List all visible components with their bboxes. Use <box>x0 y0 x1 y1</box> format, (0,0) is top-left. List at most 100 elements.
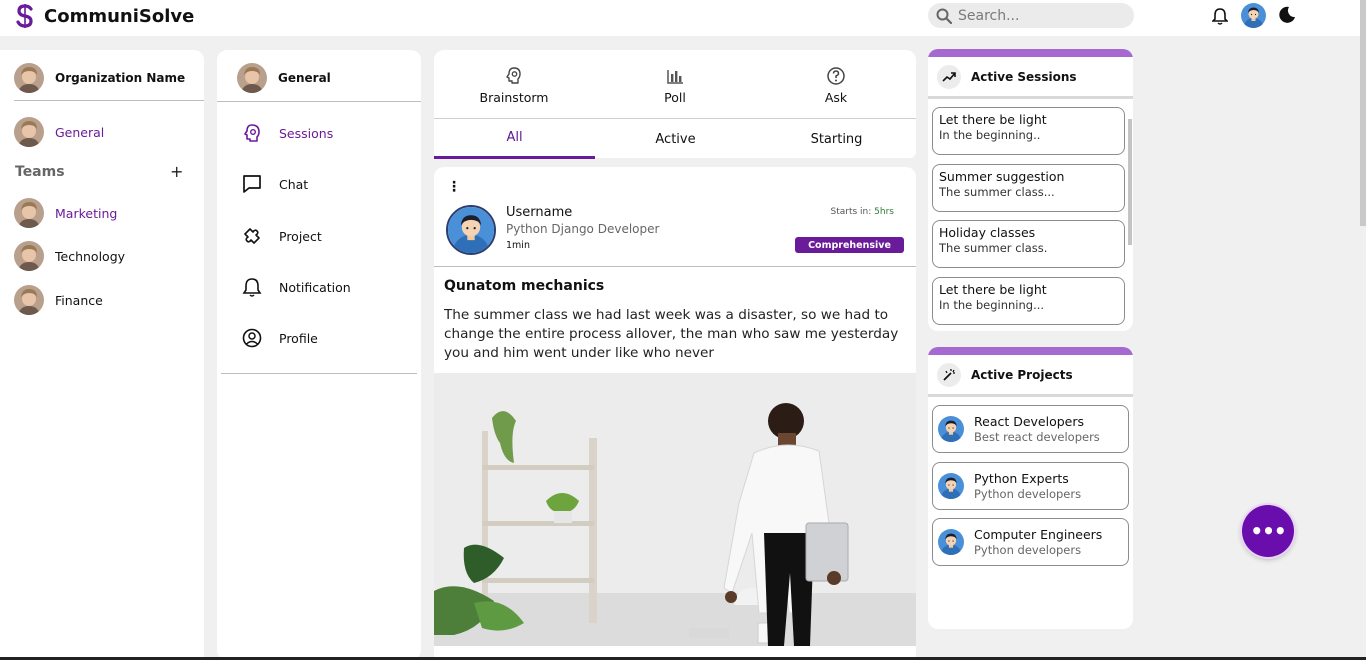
session-title: Summer suggestion <box>939 169 1065 184</box>
team-label: Marketing <box>55 205 118 221</box>
poll-button[interactable]: Poll <box>595 66 755 105</box>
nav-item-profile[interactable]: Profile <box>241 327 318 349</box>
wand-icon <box>937 362 961 387</box>
session-title: Let there be light <box>939 112 1047 127</box>
post-card: ⋮ Username Python Django Developer 1min … <box>434 167 916 657</box>
chat-icon <box>243 175 261 193</box>
organization-header[interactable]: Organization Name <box>14 63 185 93</box>
session-subtitle: In the beginning... <box>939 298 1045 312</box>
org-item-general[interactable]: General <box>14 117 104 147</box>
author-avatar[interactable] <box>446 205 496 255</box>
bulb-icon <box>506 67 521 84</box>
trending-up-icon <box>937 64 961 89</box>
session-item[interactable]: Let there be light In the beginning... <box>932 277 1125 325</box>
status-badge: Comprehensive <box>795 237 904 253</box>
session-title: Let there be light <box>939 282 1047 297</box>
page-scrollbar[interactable] <box>1360 0 1366 226</box>
ask-label: Ask <box>824 90 848 105</box>
post-menu-button[interactable]: ⋮ <box>447 179 461 195</box>
search-icon <box>936 8 952 24</box>
channel-name: General <box>278 71 331 85</box>
divider <box>217 101 421 102</box>
session-title: Holiday classes <box>939 225 1036 240</box>
app-logo[interactable]: CommuniSolve <box>14 4 194 28</box>
session-item[interactable]: Summer suggestion The summer class... <box>932 164 1125 212</box>
session-item[interactable]: Holiday classes The summer class. <box>932 220 1125 268</box>
ask-button[interactable]: Ask <box>756 66 916 105</box>
project-avatar <box>938 416 964 442</box>
avatar <box>14 285 44 315</box>
card-accent-strip <box>928 49 1133 57</box>
team-label: Finance <box>55 292 103 308</box>
divider <box>434 266 916 267</box>
team-label: Technology <box>55 248 126 264</box>
active-projects-card: Active Projects React Developers Best re… <box>928 347 1133 629</box>
project-title: Python Experts <box>974 471 1069 486</box>
session-subtitle: In the beginning.. <box>939 128 1041 142</box>
session-subtitle: The summer class... <box>939 185 1055 199</box>
active-sessions-header: Active Sessions <box>928 57 1133 99</box>
poll-label: Poll <box>664 90 686 105</box>
channel-panel: General Sessions Chat Project Notificati… <box>217 50 421 660</box>
project-avatar <box>938 529 964 555</box>
post-time: 1min <box>506 240 530 251</box>
nav-item-sessions[interactable]: Sessions <box>241 122 333 144</box>
divider <box>14 100 204 101</box>
active-sessions-title: Active Sessions <box>971 69 1077 84</box>
team-item-marketing[interactable]: Marketing <box>14 198 117 228</box>
team-item-technology[interactable]: Technology <box>14 241 125 271</box>
app-name: CommuniSolve <box>44 5 195 27</box>
nav-item-chat[interactable]: Chat <box>241 173 308 195</box>
org-item-label: General <box>55 124 105 140</box>
author-username[interactable]: Username <box>506 205 572 220</box>
project-subtitle: Best react developers <box>974 430 1100 444</box>
session-subtitle: The summer class. <box>939 241 1048 255</box>
nav-item-notification[interactable]: Notification <box>241 276 351 298</box>
brain-icon <box>244 124 260 142</box>
puzzle-icon <box>244 228 260 244</box>
author-role: Python Django Developer <box>506 222 660 236</box>
project-subtitle: Python developers <box>974 543 1082 557</box>
organization-name: Organization Name <box>55 71 186 85</box>
question-icon <box>827 67 845 85</box>
add-team-button[interactable]: + <box>170 162 183 181</box>
nav-label: Sessions <box>279 125 334 141</box>
post-title: Qunatom mechanics <box>444 278 605 294</box>
bell-icon[interactable] <box>1212 7 1228 25</box>
starts-in: Starts in: 5hrs <box>831 207 894 217</box>
project-item[interactable]: Computer Engineers Python developers <box>932 518 1129 566</box>
session-item[interactable]: Let there be light In the beginning.. <box>932 107 1125 155</box>
top-bar: CommuniSolve <box>0 0 1366 36</box>
avatar <box>14 241 44 271</box>
more-actions-button[interactable]: ••• <box>1242 505 1294 557</box>
post-body: The summer class we had last week was a … <box>444 307 899 361</box>
nav-label: Profile <box>279 330 318 346</box>
user-avatar[interactable] <box>1241 3 1266 28</box>
logo-icon <box>16 4 33 28</box>
project-title: Computer Engineers <box>974 527 1103 542</box>
sessions-scrollbar[interactable] <box>1128 119 1132 245</box>
organization-panel: Organization Name General Teams + Market… <box>0 50 204 660</box>
brainstorm-button[interactable]: Brainstorm <box>434 66 594 105</box>
project-avatar <box>938 473 964 499</box>
tab-all[interactable]: All <box>434 119 595 159</box>
nav-label: Chat <box>279 176 309 192</box>
search-input[interactable] <box>958 7 1118 24</box>
moon-icon[interactable] <box>1279 6 1296 23</box>
brainstorm-label: Brainstorm <box>479 90 549 105</box>
nav-label: Notification <box>279 279 351 295</box>
feed-tabs: All Active Starting <box>434 118 917 159</box>
project-item[interactable]: Python Experts Python developers <box>932 462 1129 510</box>
user-circle-icon <box>242 328 262 348</box>
starts-label: Starts in: <box>830 207 872 217</box>
tab-starting[interactable]: Starting <box>756 119 917 159</box>
bell-icon <box>242 278 262 297</box>
nav-item-project[interactable]: Project <box>241 225 322 247</box>
project-item[interactable]: React Developers Best react developers <box>932 405 1129 453</box>
channel-header[interactable]: General <box>237 63 331 93</box>
teams-heading: Teams <box>15 164 65 180</box>
nav-label: Project <box>279 228 322 244</box>
team-item-finance[interactable]: Finance <box>14 285 103 315</box>
search-box[interactable] <box>928 3 1134 28</box>
tab-active[interactable]: Active <box>595 119 756 159</box>
